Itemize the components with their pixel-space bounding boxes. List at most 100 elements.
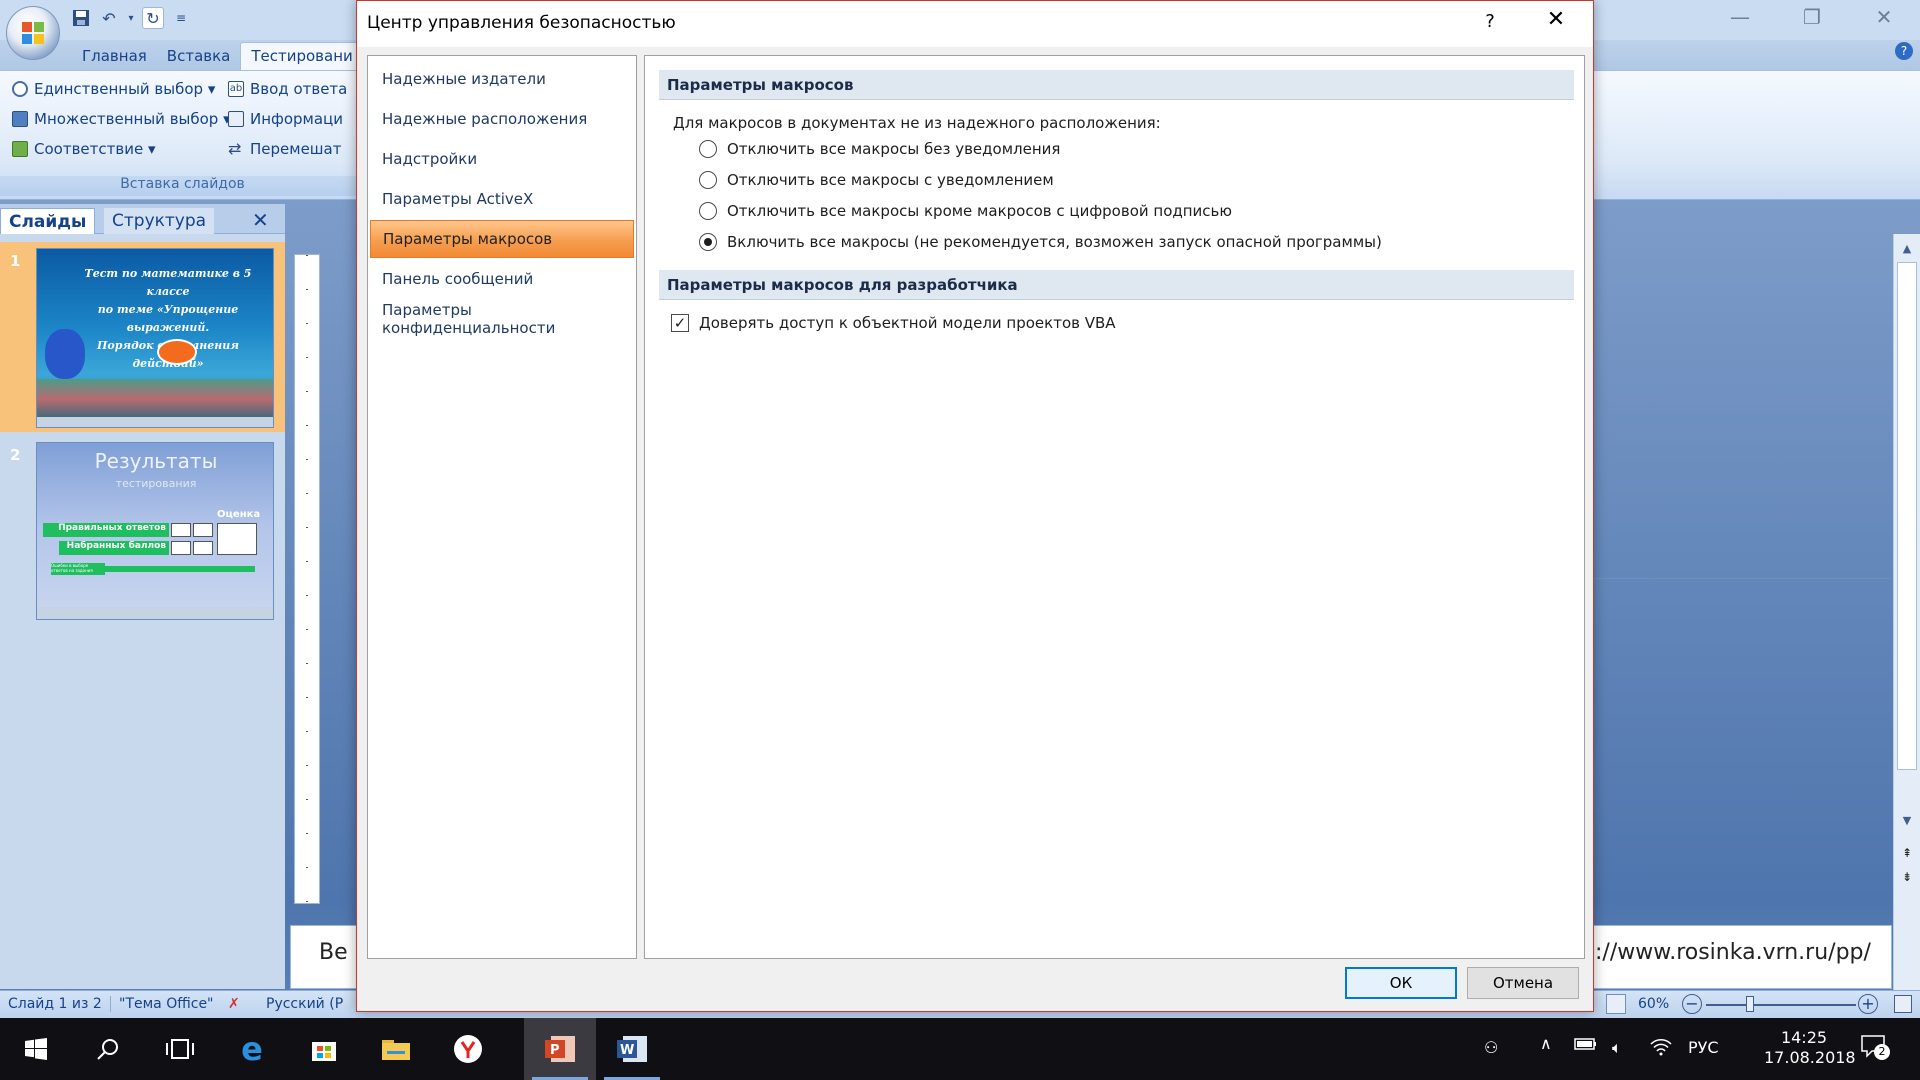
undo-icon[interactable]: ↶ (98, 7, 120, 29)
file-explorer-icon[interactable] (360, 1018, 432, 1080)
next-slide-icon[interactable]: ⇟ (1894, 870, 1920, 886)
quick-access-toolbar: ↶ ▾ ↻ ≡ (70, 6, 192, 30)
fit-to-window-icon[interactable] (1894, 995, 1912, 1013)
input-language[interactable]: РУС (1688, 1038, 1719, 1057)
option-disable-with-notify-label[interactable]: Отключить все макросы с уведомлением (727, 171, 1054, 189)
close-window-icon[interactable]: ✕ (1856, 0, 1912, 34)
scroll-thumb[interactable] (1897, 262, 1917, 770)
vertical-scrollbar[interactable]: ▲ ▼ ⇞ ⇟ (1893, 234, 1920, 994)
close-pane-icon[interactable]: ✕ (252, 208, 269, 234)
volume-icon[interactable]: 🔈︎ (1612, 1038, 1622, 1058)
slide-2-subtitle: тестирования (115, 477, 197, 490)
powerpoint-icon[interactable]: P (524, 1018, 596, 1080)
zoom-slider[interactable] (1706, 1004, 1856, 1006)
text-answer-button[interactable]: ab Ввод ответа (228, 77, 347, 101)
ribbon-tabs: Главная Вставка Тестировани (72, 42, 364, 70)
clownfish-image (157, 339, 197, 365)
dialog-help-button[interactable]: ? (1475, 11, 1505, 37)
score-label: Оценка (217, 509, 261, 520)
slide-number: 1 (10, 252, 21, 270)
zoom-slider-thumb[interactable] (1746, 996, 1754, 1012)
multiple-choice-button[interactable]: Множественный выбор ▾ (12, 107, 231, 131)
matching-label: Соответствие ▾ (34, 140, 156, 158)
score-cell (217, 523, 257, 555)
multiple-choice-label: Множественный выбор ▾ (34, 110, 231, 128)
macro-settings-header: Параметры макросов (659, 70, 1574, 100)
save-icon[interactable] (70, 7, 92, 29)
slide-title-line: по теме «Упрощение выражений. (97, 303, 239, 334)
windows-taskbar: e P W ⚇ ∧ 🔈︎ РУС 14:25 17.08.2018 2 (0, 1018, 1920, 1080)
zoom-level[interactable]: 60% (1638, 996, 1669, 1012)
battery-icon[interactable] (1574, 1036, 1598, 1056)
scroll-up-icon[interactable]: ▲ (1894, 242, 1920, 258)
notes-text-url: ://www.rosinka.vrn.ru/pp/ (1595, 940, 1871, 965)
option-disable-no-notify-label[interactable]: Отключить все макросы без уведомления (727, 140, 1060, 158)
task-view-icon[interactable] (144, 1018, 216, 1080)
spellcheck-icon[interactable]: ✗ (228, 996, 240, 1012)
radio-disable-no-notify[interactable] (699, 140, 717, 158)
option-disable-except-signed-label[interactable]: Отключить все макросы кроме макросов с ц… (727, 202, 1232, 220)
office-button[interactable] (6, 6, 60, 60)
tab-insert[interactable]: Вставка (157, 43, 241, 70)
nav-trusted-locations[interactable]: Надежные расположения (370, 100, 634, 138)
restore-icon[interactable]: ❐ (1784, 0, 1840, 34)
slides-pane-tabs: Слайды Структура ✕ (0, 204, 285, 234)
tab-slides[interactable]: Слайды (0, 208, 96, 234)
slide-thumbnail-2[interactable]: Результаты тестирования Оценка Правильны… (36, 442, 274, 620)
slide-thumbnail-1[interactable]: Тест по математике в 5 классе по теме «У… (36, 248, 274, 428)
store-icon[interactable] (288, 1018, 360, 1080)
radio-disable-except-signed[interactable] (699, 202, 717, 220)
nav-activex-settings[interactable]: Параметры ActiveX (370, 180, 634, 218)
start-icon[interactable] (0, 1018, 72, 1080)
yandex-browser-icon[interactable] (432, 1018, 504, 1080)
info-button[interactable]: Информаци (228, 107, 343, 131)
edge-icon[interactable]: e (216, 1018, 288, 1080)
dialog-titlebar: Центр управления безопасностью ? ✕ (357, 1, 1593, 47)
search-icon[interactable] (72, 1018, 144, 1080)
slideshow-view-icon[interactable] (1606, 994, 1626, 1014)
action-center-icon[interactable]: 2 (1860, 1034, 1890, 1062)
dialog-content: Параметры макросов Для макросов в докуме… (644, 55, 1585, 959)
single-choice-label: Единственный выбор ▾ (34, 80, 216, 98)
answer-cell (171, 541, 191, 555)
nav-add-ins[interactable]: Надстройки (370, 140, 634, 178)
undo-dropdown-icon[interactable]: ▾ (126, 7, 136, 29)
scroll-down-icon[interactable]: ▼ (1894, 814, 1920, 830)
dialog-close-button[interactable]: ✕ (1533, 7, 1579, 41)
help-icon[interactable]: ? (1895, 42, 1913, 60)
minimize-icon[interactable]: — (1712, 0, 1768, 34)
vba-trust-checkbox[interactable]: ✓ (671, 314, 689, 332)
nav-privacy-options[interactable]: Параметры конфиденциальности (370, 300, 634, 338)
language-indicator[interactable]: Русский (Р (266, 996, 343, 1012)
slides-pane: 1 Тест по математике в 5 классе по теме … (0, 234, 285, 989)
redo-icon[interactable]: ↻ (142, 7, 164, 29)
nav-trusted-publishers[interactable]: Надежные издатели (370, 60, 634, 98)
radio-enable-all[interactable] (699, 233, 717, 251)
nav-macro-settings[interactable]: Параметры макросов (370, 220, 634, 258)
nav-message-bar[interactable]: Панель сообщений (370, 260, 634, 298)
shuffle-button[interactable]: ⇄ Перемешат (228, 137, 341, 161)
word-icon[interactable]: W (596, 1018, 668, 1080)
ok-button[interactable]: ОК (1345, 967, 1457, 999)
shuffle-label: Перемешат (250, 140, 342, 158)
show-hidden-icons[interactable]: ∧ (1540, 1034, 1552, 1053)
vba-trust-label[interactable]: Доверять доступ к объектной модели проек… (699, 314, 1116, 332)
errors-bar (105, 566, 255, 572)
radio-disable-with-notify[interactable] (699, 171, 717, 189)
clock[interactable]: 14:25 17.08.2018 (1764, 1028, 1856, 1068)
people-icon[interactable]: ⚇ (1484, 1038, 1498, 1057)
customize-qat-icon[interactable]: ≡ (170, 7, 192, 29)
guide-line (1590, 578, 1890, 579)
zoom-out-icon[interactable]: − (1682, 994, 1702, 1014)
previous-slide-icon[interactable]: ⇞ (1894, 846, 1920, 862)
tab-home[interactable]: Главная (72, 43, 157, 70)
tab-outline[interactable]: Структура (104, 208, 215, 234)
info-label: Информаци (250, 110, 344, 128)
zoom-in-icon[interactable]: + (1858, 994, 1878, 1014)
network-icon[interactable] (1650, 1038, 1672, 1060)
single-choice-button[interactable]: Единственный выбор ▾ (12, 77, 215, 101)
cancel-button[interactable]: Отмена (1467, 967, 1579, 999)
option-enable-all-label[interactable]: Включить все макросы (не рекомендуется, … (727, 233, 1382, 251)
matching-button[interactable]: Соответствие ▾ (12, 137, 155, 161)
tab-testing[interactable]: Тестировани (240, 42, 364, 70)
